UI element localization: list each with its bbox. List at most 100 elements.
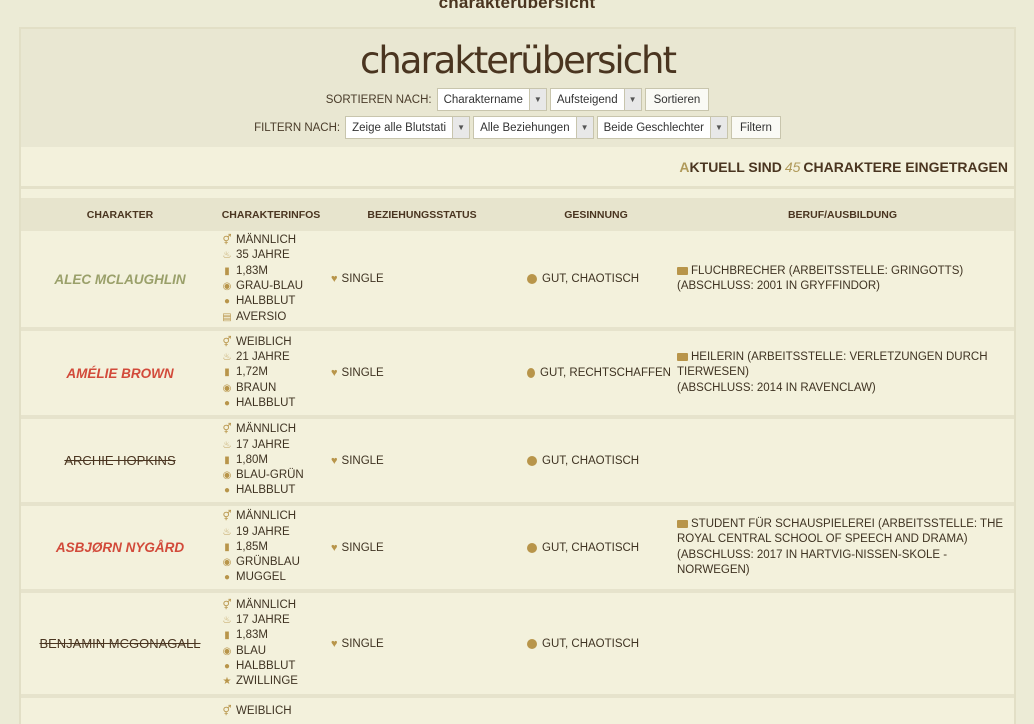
- blood-drop-icon: ●: [223, 572, 231, 584]
- character-name-link[interactable]: ARCHIE HOPKINS: [21, 453, 219, 468]
- info-line: ⚥ MÄNNLICH: [221, 422, 323, 437]
- info-line: ♨ 21 JAHRE: [221, 350, 323, 365]
- alignment: GUT, CHAOTISCH: [521, 455, 671, 467]
- character-count: A KTUELL SIND 45 CHARAKTERE EINGETRAGEN: [21, 147, 1014, 189]
- height-icon: ▮: [224, 630, 230, 642]
- birthday-cake-icon: ♨: [222, 526, 232, 538]
- sort-button[interactable]: Sortieren: [644, 88, 710, 111]
- column-header-relationship: BEZIEHUNGSSTATUS: [367, 208, 477, 221]
- blood-status-select[interactable]: Zeige alle Blutstati ▼: [345, 116, 471, 139]
- chevron-down-icon: ▼: [575, 117, 593, 138]
- info-value: GRAU-BLAU: [236, 280, 304, 292]
- sort-by-select[interactable]: Charaktername ▼: [436, 88, 547, 111]
- character-infos: ⚥ MÄNNLICH ♨ 35 JAHRE ▮ 1,83M ◉ GRAU-BLAU ● HALBB…: [219, 233, 323, 325]
- relationship-value: Alle Beziehungen: [480, 121, 570, 134]
- character-name-link[interactable]: BENJAMIN MCGONAGALL: [21, 636, 219, 651]
- character-name-link[interactable]: AMÉLIE BROWN: [21, 366, 219, 381]
- star-icon: ★: [222, 676, 232, 688]
- gender-select[interactable]: Beide Geschlechter ▼: [596, 116, 728, 139]
- info-line: ★ ZWILLINGE: [221, 674, 323, 689]
- sort-bar: SORTIEREN NACH: Charaktername ▼ Aufsteig…: [21, 88, 1014, 111]
- info-line: ◉ BRAUN: [221, 381, 323, 396]
- info-value: 1,80M: [236, 453, 268, 466]
- table-row: BENJAMIN MCGONAGALL ⚥ MÄNNLICH ♨ 17 JAHRE ▮ 1,…: [21, 593, 1014, 698]
- globe-icon: [527, 638, 537, 649]
- info-line: ▮ 1,83M: [221, 264, 323, 279]
- birthday-cake-icon: ♨: [222, 352, 232, 364]
- height-icon: ▮: [224, 541, 230, 553]
- alignment: GUT, CHAOTISCH: [521, 638, 671, 650]
- page-title: charakterübersicht: [359, 39, 677, 82]
- info-value: 17 JAHRE: [236, 613, 290, 626]
- info-line: ⚥ MÄNNLICH: [221, 233, 323, 248]
- job-text: FLUCHBRECHER (ARBEITSSTELLE: GRINGOTTS): [691, 264, 964, 277]
- info-value: WEIBLICH: [236, 335, 292, 348]
- alignment: GUT, CHAOTISCH: [521, 542, 671, 554]
- gender-value: Beide Geschlechter: [603, 121, 704, 134]
- document-icon: ▤: [222, 311, 232, 323]
- eye-icon: ◉: [222, 470, 232, 482]
- job-education: STUDENT FÜR SCHAUSPIELEREI (ARBEITSSTELL…: [671, 517, 1014, 578]
- info-line: ▮ 1,83M: [221, 628, 323, 643]
- briefcase-icon: [677, 519, 688, 528]
- info-value: HALBBLUT: [236, 396, 296, 409]
- blood-drop-icon: ●: [223, 660, 231, 672]
- info-line: ● HALBBLUT: [221, 659, 323, 674]
- heart-icon: ♥: [331, 541, 338, 554]
- birthday-cake-icon: ♨: [222, 439, 232, 451]
- info-value: 1,72M: [236, 366, 268, 379]
- table-header: CHARAKTER CHARAKTERINFOS BEZIEHUNGSSTATU…: [21, 198, 1014, 231]
- relationship-status: ♥ SINGLE: [323, 367, 521, 379]
- info-line: ⚥ MÄNNLICH: [221, 598, 323, 613]
- sort-order-value: Aufsteigend: [556, 93, 618, 106]
- gender-icon: ⚥: [222, 706, 232, 717]
- gender-icon: ⚥: [222, 599, 232, 611]
- info-line: ● HALBBLUT: [221, 294, 323, 309]
- character-infos: ⚥ MÄNNLICH ♨ 17 JAHRE ▮ 1,80M ◉ BLAU-GRÜN ● HALBB…: [219, 422, 323, 498]
- blood-drop-icon: ●: [223, 296, 231, 308]
- info-value: BLAU-GRÜN: [236, 469, 304, 482]
- page-header: charakterübersicht SORTIEREN NACH: Chara…: [21, 29, 1014, 147]
- info-value: HALBBLUT: [236, 659, 296, 672]
- character-infos: ⚥ MÄNNLICH ♨ 17 JAHRE ▮ 1,83M ◉ BLAU ● HALBBLUT ★ Z…: [219, 598, 323, 690]
- globe-icon: [527, 368, 536, 378]
- sort-by-value: Charaktername: [443, 93, 523, 106]
- info-line: ▤ AVERSIO: [221, 310, 323, 325]
- character-name-link[interactable]: ALEC MCLAUGHLIN: [21, 272, 219, 287]
- job-line: FLUCHBRECHER (ARBEITSSTELLE: GRINGOTTS): [677, 264, 1014, 279]
- filter-button[interactable]: Filtern: [730, 116, 781, 139]
- column-header-infos: CHARAKTERINFOS: [221, 208, 321, 221]
- info-value: AVERSIO: [236, 310, 287, 323]
- alignment-text: GUT, CHAOTISCH: [542, 273, 640, 285]
- school-text: (ABSCHLUSS: 2001 IN GRYFFINDOR): [677, 280, 881, 292]
- character-infos: ⚥ MÄNNLICH ♨ 19 JAHRE ▮ 1,85M ◉ GRÜNBLAU ● MUGGEL: [219, 509, 323, 585]
- info-value: GRÜNBLAU: [236, 556, 300, 569]
- info-line: ● HALBBLUT: [221, 483, 323, 498]
- job-text: STUDENT FÜR SCHAUSPIELEREI (ARBEITSSTELL…: [677, 517, 1004, 546]
- status-text: SINGLE: [341, 367, 384, 379]
- info-value: 17 JAHRE: [236, 438, 290, 451]
- info-value: 1,85M: [236, 540, 268, 553]
- info-line: ⚥ MÄNNLICH: [221, 509, 323, 524]
- info-line: ◉ BLAU-GRÜN: [221, 468, 323, 483]
- relationship-select[interactable]: Alle Beziehungen ▼: [473, 116, 594, 139]
- alignment-text: GUT, CHAOTISCH: [542, 541, 640, 554]
- filter-bar: FILTERN NACH: Zeige alle Blutstati ▼ All…: [21, 116, 1014, 139]
- globe-icon: [527, 542, 537, 553]
- birthday-cake-icon: ♨: [222, 250, 232, 262]
- character-table: ALEC MCLAUGHLIN ⚥ MÄNNLICH ♨ 35 JAHRE ▮ 1,83M ◉…: [21, 231, 1014, 724]
- gender-icon: ⚥: [222, 336, 232, 348]
- character-name-link[interactable]: ASBJØRN NYGÅRD: [21, 540, 219, 555]
- heart-icon: ♥: [331, 367, 338, 379]
- blood-drop-icon: ●: [223, 485, 231, 497]
- table-row: ALEC MCLAUGHLIN ⚥ MÄNNLICH ♨ 35 JAHRE ▮ 1,83M ◉…: [21, 231, 1014, 331]
- briefcase-icon: [677, 353, 688, 362]
- eye-icon: ◉: [222, 281, 232, 292]
- info-value: MÄNNLICH: [236, 510, 297, 523]
- sort-order-select[interactable]: Aufsteigend ▼: [549, 88, 642, 111]
- relationship-status: ♥ SINGLE: [323, 542, 521, 554]
- info-value: 19 JAHRE: [236, 525, 290, 538]
- height-icon: ▮: [224, 367, 230, 379]
- job-education: FLUCHBRECHER (ARBEITSSTELLE: GRINGOTTS) (…: [671, 264, 1014, 295]
- blood-drop-icon: ●: [223, 397, 231, 409]
